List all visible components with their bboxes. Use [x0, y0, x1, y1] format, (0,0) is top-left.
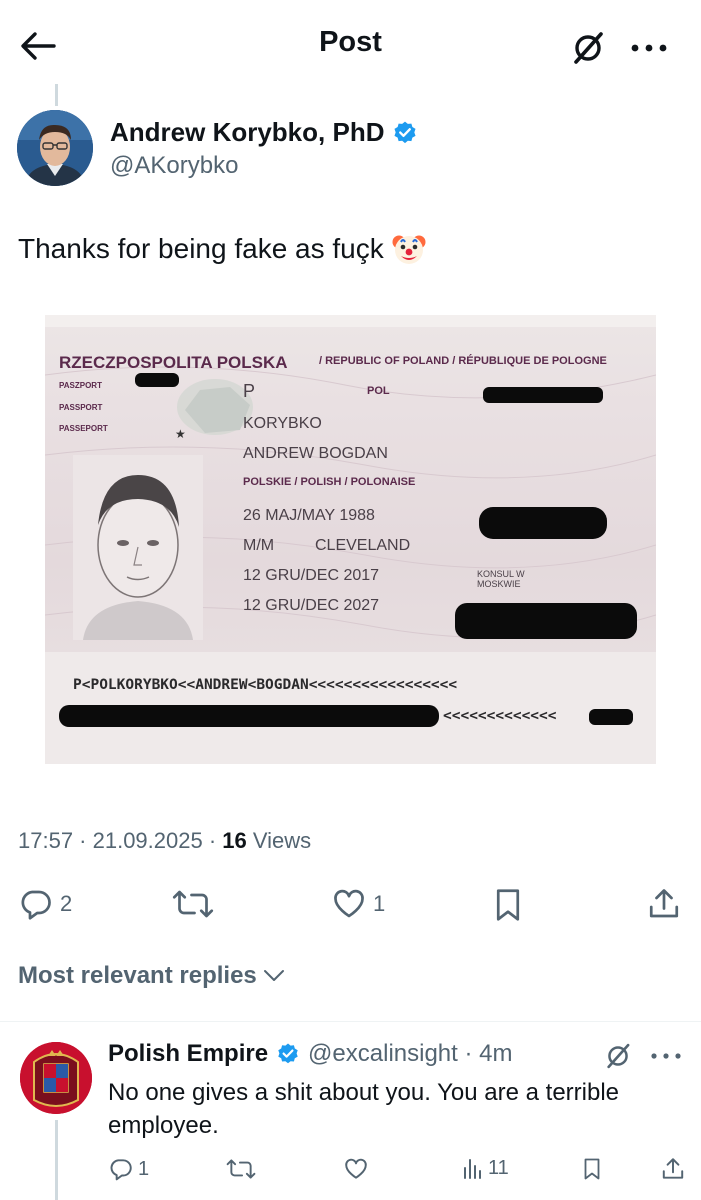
redaction-bar [59, 705, 439, 727]
repost-icon [172, 890, 214, 918]
passport-given-names: ANDREW BOGDAN [243, 445, 388, 462]
redaction-bar [589, 709, 633, 725]
author-name[interactable]: Andrew Korybko, PhD [110, 117, 418, 148]
share-icon [649, 889, 679, 918]
chevron-down-icon [263, 970, 284, 981]
passport-expiry-date: 12 GRU/DEC 2027 [243, 597, 380, 614]
coat-of-arms-image [20, 1042, 92, 1114]
reply-reply-button[interactable]: 1 [108, 1156, 149, 1182]
replies-sort-label: Most relevant replies [18, 962, 257, 989]
views-label: Views [252, 828, 312, 853]
share-button[interactable] [646, 886, 682, 922]
reply-button[interactable]: 2 [18, 886, 72, 922]
repost-button[interactable] [172, 886, 214, 922]
tweet-timestamp[interactable]: 17:57 · 21.09.2025 · [18, 828, 222, 853]
bookmark-button[interactable] [490, 886, 526, 924]
reply-header: Polish Empire @excalinsight · 4m [108, 1040, 512, 1068]
reply-repost-button[interactable] [226, 1156, 256, 1182]
top-bar: Post [0, 0, 701, 90]
passport-issue-date: 12 GRU/DEC 2017 [243, 567, 380, 584]
author-name-text: Andrew Korybko, PhD [110, 117, 385, 147]
passport-surname: KORYBKO [243, 415, 322, 432]
like-count: 1 [373, 891, 386, 916]
passport-birth-place: CLEVELAND [315, 537, 411, 554]
reply-author-name[interactable]: Polish Empire [108, 1040, 268, 1068]
passport-doc-label-3: PASSEPORT [59, 424, 108, 433]
reply-views-button[interactable]: 11 [462, 1156, 509, 1180]
grok-icon [607, 1043, 630, 1069]
reply-views-count: 11 [488, 1156, 509, 1179]
verified-badge-icon [394, 121, 416, 143]
divider [0, 1021, 701, 1022]
passport-sex: M/M [243, 537, 275, 554]
avatar-photo [17, 110, 93, 186]
reply-text: No one gives a shit about you. You are a… [108, 1079, 620, 1139]
passport-doc-label-2: PASSPORT [59, 403, 103, 412]
passport-doc-label-1: PASZPORT [59, 381, 102, 390]
more-icon [631, 44, 667, 52]
reply-reply-count: 1 [138, 1157, 150, 1180]
reply-like-button[interactable] [343, 1156, 369, 1182]
verified-badge-icon [278, 1043, 298, 1064]
author-handle[interactable]: @AKorybko [110, 152, 238, 180]
more-icon [651, 1053, 681, 1059]
passport-image[interactable]: ★ RZECZPOSPOLITA POLSKA / REPUBLIC OF PO… [45, 315, 656, 764]
redaction-bar [455, 603, 637, 639]
svg-text:★: ★ [175, 427, 186, 441]
clown-emoji-icon [392, 232, 426, 266]
tweet-meta: 17:57 · 21.09.2025 · 16 Views [18, 828, 311, 854]
views-chart-icon [464, 1159, 481, 1179]
tweet-text: Thanks for being fake as fuçk [18, 232, 426, 266]
reply-icon [110, 1159, 132, 1181]
replies-sort-dropdown[interactable]: Most relevant replies [18, 962, 285, 990]
bookmark-icon [584, 1158, 600, 1180]
reply-author-avatar[interactable] [20, 1042, 92, 1114]
redaction-bar [479, 507, 607, 539]
thread-connector-line [55, 84, 58, 106]
passport-country-pl: RZECZPOSPOLITA POLSKA [59, 353, 288, 372]
tweet-text-body: Thanks for being fake as fuçk [18, 233, 384, 264]
bookmark-icon [496, 889, 520, 921]
passport-code: POL [367, 385, 390, 397]
passport-country-en: / REPUBLIC OF POLAND / RÉPUBLIQUE DE POL… [319, 355, 607, 367]
reply-handle-time[interactable]: @excalinsight · 4m [308, 1040, 512, 1068]
author-avatar[interactable] [17, 110, 93, 186]
passport-birth-date: 26 MAJ/MAY 1988 [243, 507, 375, 524]
heart-icon [334, 889, 364, 918]
redaction-bar [483, 387, 603, 403]
reply-icon [21, 890, 51, 920]
reply-share-button[interactable] [660, 1156, 686, 1182]
views-count: 16 [222, 828, 247, 853]
share-icon [662, 1158, 684, 1179]
redaction-bar [135, 373, 179, 387]
more-options-button[interactable] [624, 26, 674, 70]
repost-icon [226, 1159, 256, 1179]
passport-mrz-line-1: P<POLKORYBKO<<ANDREW<BOGDAN<<<<<<<<<<<<<… [73, 677, 458, 693]
reply-count: 2 [60, 891, 73, 916]
grok-icon [574, 32, 603, 64]
thread-connector-line [55, 1120, 58, 1200]
grok-button[interactable] [566, 26, 610, 70]
reply-more-button[interactable] [650, 1052, 682, 1060]
like-button[interactable]: 1 [331, 886, 385, 922]
passport-nationality: POLSKIE / POLISH / POLONAISE [243, 476, 416, 488]
reply-bookmark-button[interactable] [580, 1156, 604, 1182]
heart-icon [345, 1158, 367, 1179]
passport-type: P [243, 381, 256, 401]
passport-authority: KONSUL W MOSKWIE [477, 569, 525, 589]
passport-photo [73, 455, 203, 640]
reply-grok-button[interactable] [604, 1042, 632, 1070]
passport-mrz-line-2: <<<<<<<<<<<<< [443, 708, 557, 724]
